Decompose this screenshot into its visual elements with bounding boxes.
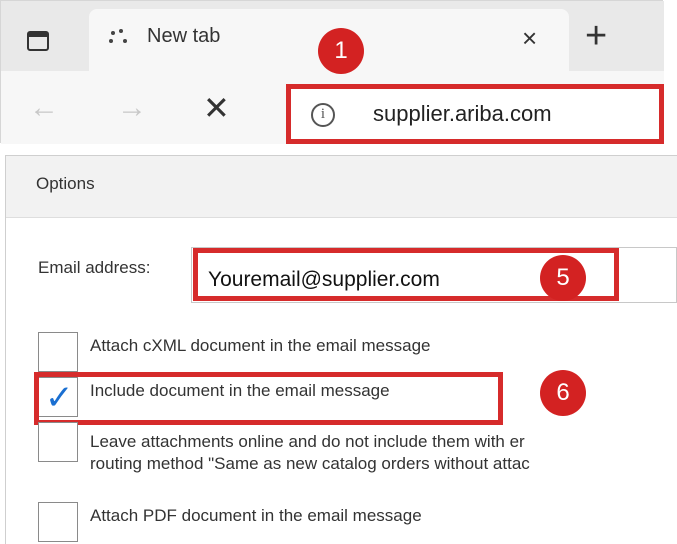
sidebar-toggle-icon[interactable] xyxy=(27,31,49,51)
leave-attachments-label-line1: Leave attachments online and do not incl… xyxy=(90,432,525,451)
leave-attachments-online-checkbox[interactable] xyxy=(38,422,78,462)
include-document-highlight-box xyxy=(34,372,503,425)
stop-loading-icon[interactable]: ✕ xyxy=(203,89,230,127)
options-header: Options xyxy=(6,156,677,218)
address-bar[interactable]: i supplier.ariba.com xyxy=(286,84,664,144)
leave-attachments-label-line2: routing method "Same as new catalog orde… xyxy=(90,454,530,473)
email-address-label: Email address: xyxy=(38,258,151,277)
tab-title: New tab xyxy=(147,25,221,47)
email-address-value: Youremail@supplier.com xyxy=(208,268,440,291)
attach-pdf-checkbox[interactable] xyxy=(38,502,78,542)
back-arrow-icon[interactable]: ← xyxy=(29,91,59,125)
forward-arrow-icon[interactable]: → xyxy=(117,91,147,125)
options-title: Options xyxy=(36,174,95,193)
step-badge-6: 6 xyxy=(540,370,586,416)
step-badge-1: 1 xyxy=(318,28,364,74)
step-badge-5: 5 xyxy=(540,255,586,301)
address-text: supplier.ariba.com xyxy=(373,101,552,126)
attach-cxml-checkbox[interactable] xyxy=(38,332,78,372)
close-tab-icon[interactable]: × xyxy=(522,23,537,54)
new-tab-plus-icon[interactable]: + xyxy=(585,15,607,58)
loading-icon xyxy=(107,29,129,47)
info-icon[interactable]: i xyxy=(311,103,335,127)
attach-cxml-label: Attach cXML document in the email messag… xyxy=(90,336,431,355)
attach-pdf-label: Attach PDF document in the email message xyxy=(90,506,422,525)
